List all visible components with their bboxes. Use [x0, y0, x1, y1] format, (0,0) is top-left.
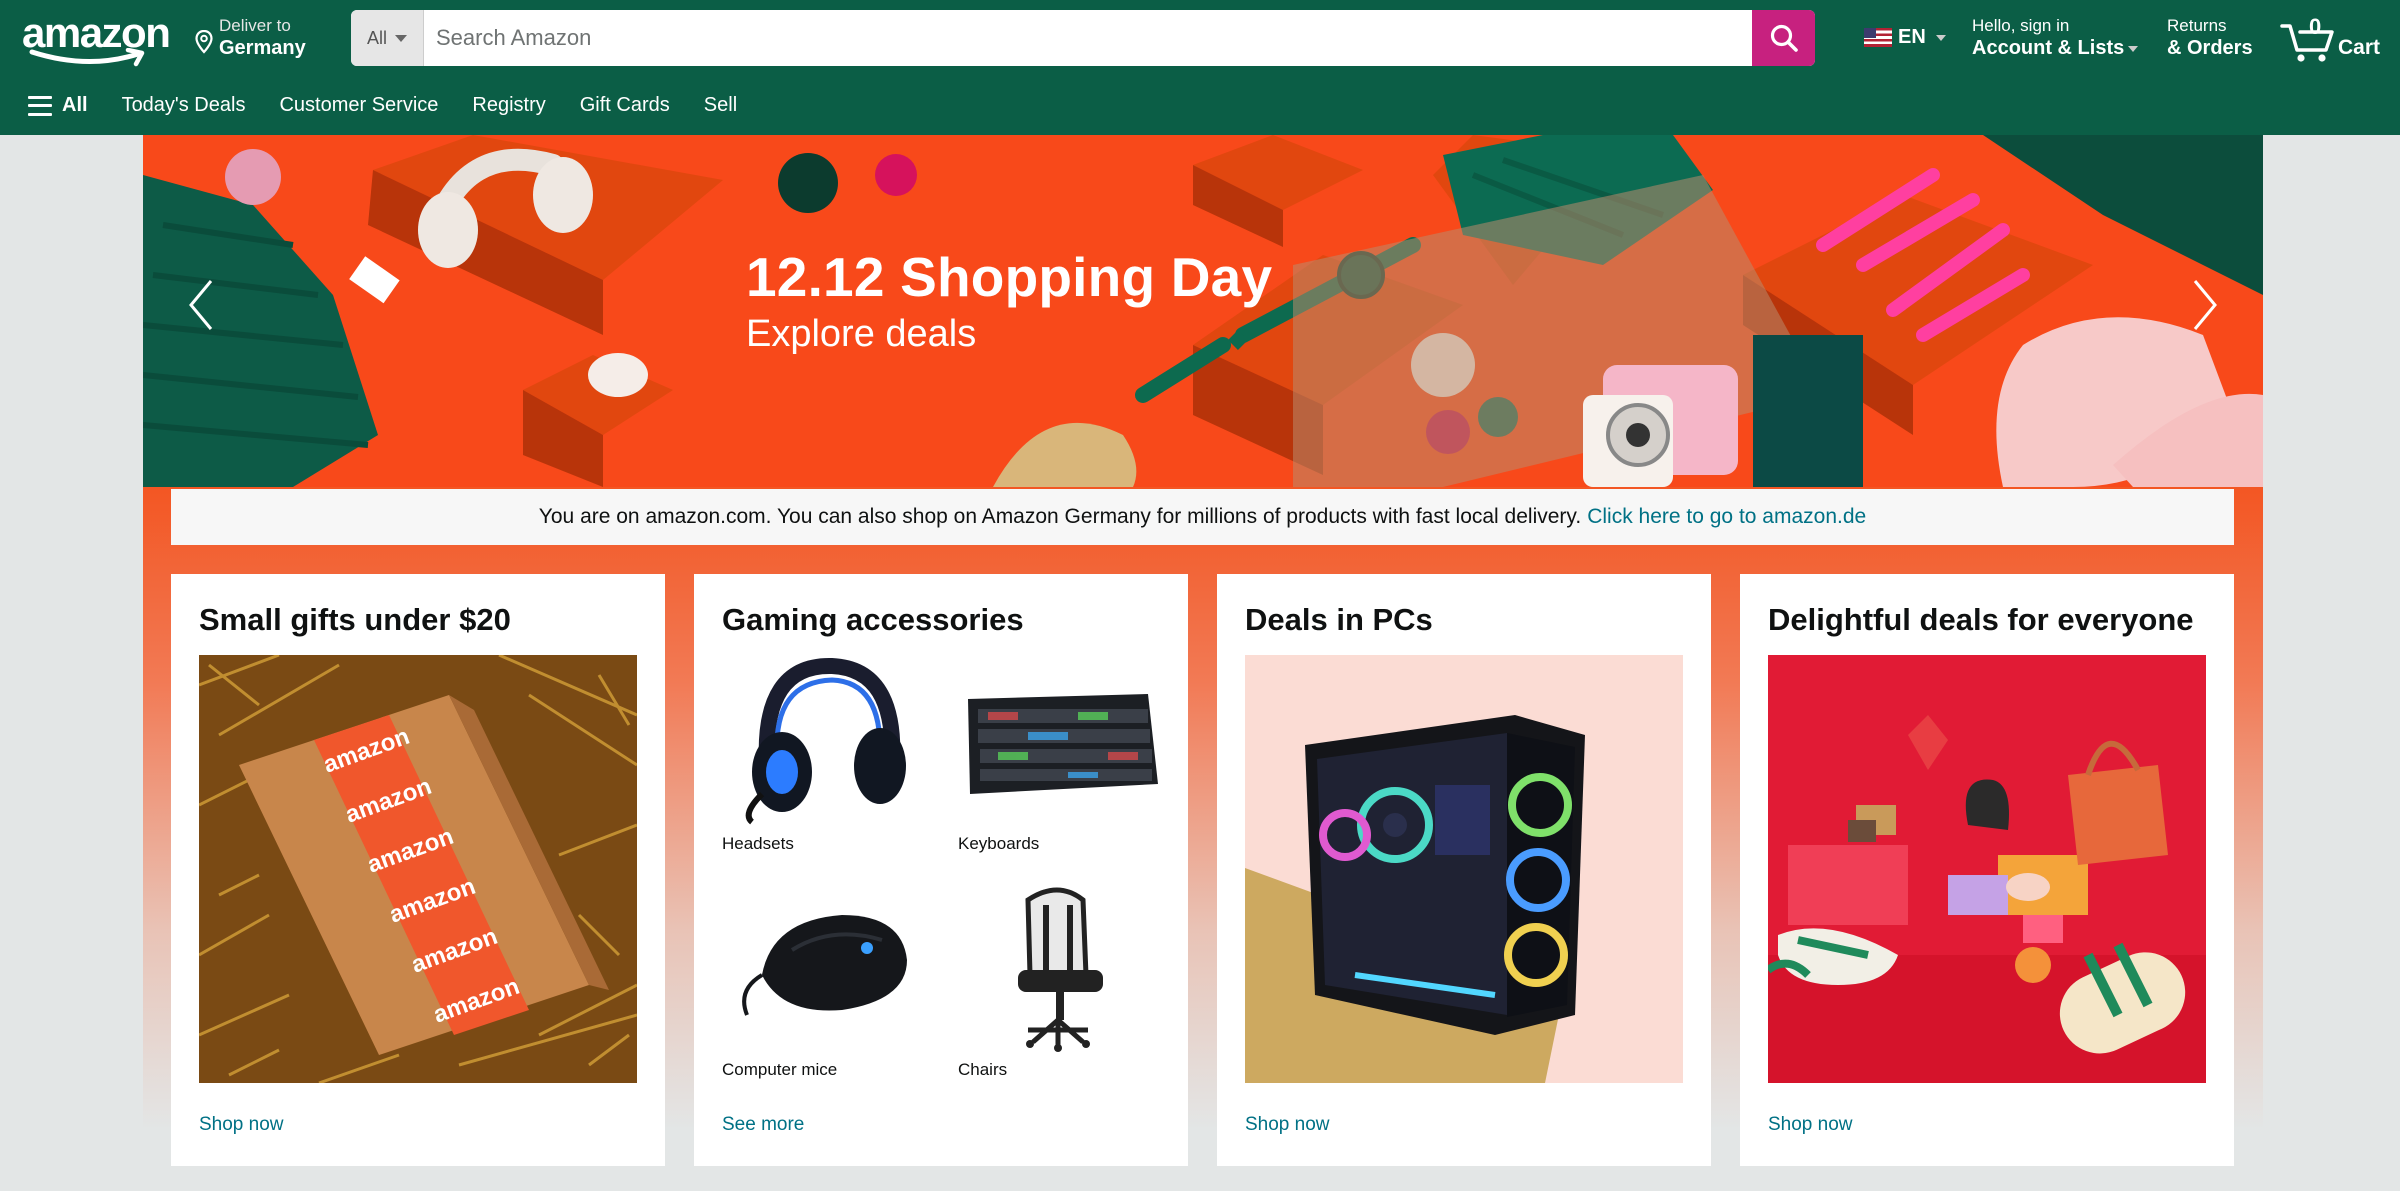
- search-button[interactable]: [1752, 10, 1815, 66]
- search-category-select[interactable]: All: [351, 10, 424, 66]
- gift-assortment-illustration: [1768, 655, 2206, 1083]
- orders-label: & Orders: [2167, 37, 2253, 59]
- see-more-link[interactable]: See more: [722, 1114, 804, 1136]
- gift-box-illustration: amazon amazon amazon amazon amazon amazo…: [199, 655, 637, 1083]
- returns-orders[interactable]: Returns & Orders: [2167, 16, 2253, 60]
- language-selector[interactable]: EN: [1864, 26, 1946, 49]
- gaming-item-chairs[interactable]: Chairs: [958, 880, 1160, 1080]
- card-image-gift-assortment[interactable]: [1768, 655, 2206, 1083]
- language-label: EN: [1898, 26, 1926, 48]
- deliver-label: Deliver to: [219, 16, 291, 35]
- card-deals-in-pcs: Deals in PCs Shop now: [1217, 574, 1711, 1166]
- search-bar: All: [351, 10, 1815, 66]
- card-delightful-deals: Delightful deals for everyone Shop now: [1740, 574, 2234, 1166]
- gaming-item-headsets[interactable]: Headsets: [722, 654, 924, 854]
- nav-link-registry[interactable]: Registry: [472, 94, 545, 117]
- search-input[interactable]: [424, 10, 1752, 66]
- card-title: Deals in PCs: [1245, 602, 1433, 637]
- smile-arrow-icon: [29, 48, 145, 67]
- hero-title: 12.12 Shopping Day: [746, 246, 1273, 308]
- cart-count: 0: [2309, 14, 2322, 39]
- gaming-item-computer-mice[interactable]: Computer mice: [722, 880, 924, 1080]
- gaming-item-label: Computer mice: [722, 1060, 838, 1079]
- card-image-gift-box[interactable]: amazon amazon amazon amazon amazon amazo…: [199, 655, 637, 1083]
- locale-notice-banner: You are on amazon.com. You can also shop…: [171, 489, 2234, 545]
- all-menu-button[interactable]: All: [28, 94, 88, 117]
- mouse-image: [742, 915, 907, 1016]
- returns-label: Returns: [2167, 16, 2227, 35]
- chevron-down-icon: [395, 34, 407, 42]
- search-category-label: All: [366, 27, 387, 48]
- hero-banner-illustration: [143, 135, 2263, 487]
- gaming-item-label: Keyboards: [958, 834, 1040, 853]
- gaming-item-keyboards[interactable]: Keyboards: [958, 654, 1160, 854]
- cart-icon: [2280, 24, 2334, 62]
- search-icon: [1770, 24, 1798, 52]
- shop-now-link[interactable]: Shop now: [1768, 1114, 1853, 1136]
- gaming-item-label: Chairs: [958, 1060, 1008, 1079]
- card-small-gifts: Small gifts under $20 amazon amazon amaz…: [171, 574, 665, 1166]
- account-lists-label: Account & Lists: [1972, 37, 2125, 59]
- card-image-gaming-pc[interactable]: [1245, 655, 1683, 1083]
- locale-notice-text: You are on amazon.com. You can also shop…: [538, 505, 1582, 528]
- shop-now-link[interactable]: Shop now: [1245, 1114, 1330, 1136]
- headset-image: [745, 657, 906, 825]
- gaming-item-label: Headsets: [722, 834, 794, 853]
- card-title: Small gifts under $20: [199, 602, 511, 637]
- cart-button[interactable]: 0 Cart: [2280, 12, 2390, 64]
- card-title: Delightful deals for everyone: [1768, 602, 2194, 637]
- chevron-down-icon: [1935, 34, 1946, 41]
- account-greeting: Hello, sign in: [1972, 16, 2070, 35]
- card-gaming-accessories: Gaming accessories Headsets Keyboards Co…: [694, 574, 1188, 1166]
- top-nav: amazon Deliver to Germany All EN: [0, 0, 2400, 76]
- nav-link-customer-service[interactable]: Customer Service: [279, 94, 438, 117]
- gaming-chair-image: [1018, 887, 1103, 1052]
- card-title: Gaming accessories: [722, 602, 1024, 637]
- hero-subtitle: Explore deals: [746, 313, 977, 355]
- all-menu-label: All: [62, 94, 88, 116]
- carousel-prev-arrow-icon[interactable]: [183, 275, 223, 335]
- location-pin-icon: [195, 30, 213, 54]
- nav-link-sell[interactable]: Sell: [704, 94, 737, 117]
- chevron-down-icon: [2128, 45, 2139, 52]
- keyboard-image: [968, 694, 1158, 794]
- deliver-to[interactable]: Deliver to Germany: [195, 16, 306, 60]
- cart-label: Cart: [2338, 36, 2381, 59]
- account-menu[interactable]: Hello, sign in Account & Lists: [1972, 16, 2139, 60]
- deliver-country: Germany: [219, 37, 306, 59]
- amazon-de-link[interactable]: Click here to go to amazon.de: [1587, 505, 1866, 529]
- amazon-logo[interactable]: amazon: [22, 12, 171, 68]
- us-flag-icon: [1864, 28, 1892, 47]
- carousel-next-arrow-icon[interactable]: [2183, 275, 2223, 335]
- hero-carousel-banner[interactable]: 12.12 Shopping Day Explore deals: [143, 135, 2263, 487]
- gaming-pc-illustration: [1245, 655, 1683, 1083]
- nav-link-todays-deals[interactable]: Today's Deals: [122, 94, 246, 117]
- shop-now-link[interactable]: Shop now: [199, 1114, 284, 1136]
- hamburger-menu-icon: [28, 95, 52, 116]
- sub-nav: All Today's Deals Customer Service Regis…: [0, 76, 2400, 135]
- nav-link-gift-cards[interactable]: Gift Cards: [580, 94, 670, 117]
